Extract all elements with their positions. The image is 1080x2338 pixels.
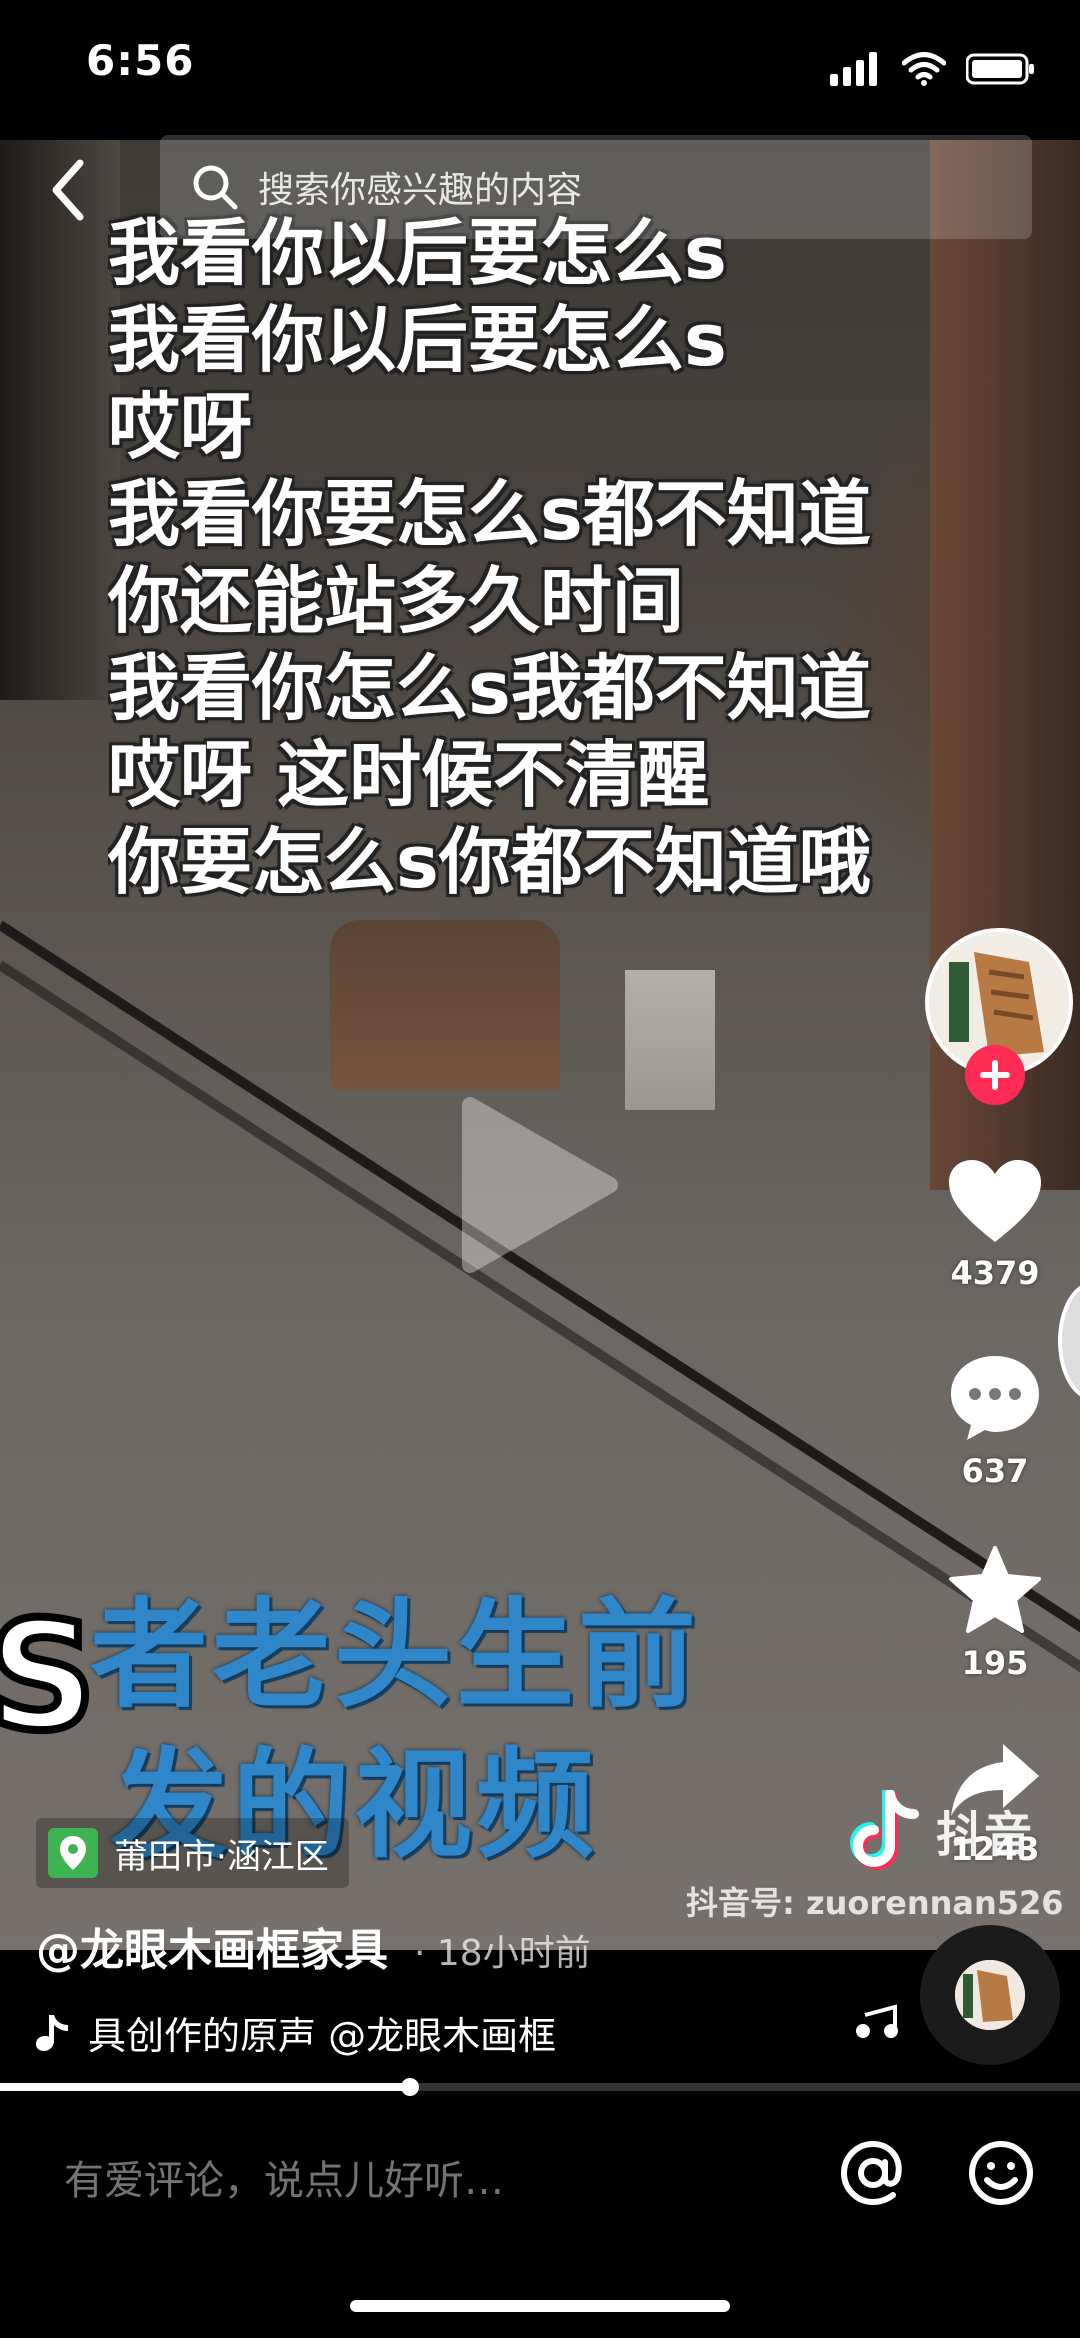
overlay-caption-line: 者老头生前 [90,1586,701,1724]
status-time: 6:56 [86,36,195,85]
lyric-line: 你要怎么s你都不知道哦 [108,820,871,904]
video-progress-thumb[interactable] [401,2078,420,2096]
video-progress-fill [0,2083,411,2091]
douyin-logo-icon [850,1790,919,1870]
lyric-line: 我看你要怎么s都不知道 [108,472,871,556]
lyric-line: 我看你怎么s我都不知道 [108,646,871,730]
home-indicator[interactable] [350,2300,730,2312]
music-disc[interactable] [920,1925,1060,2065]
battery-icon [966,53,1034,85]
search-icon [193,165,238,210]
floating-music-notes-icon [856,2004,898,2038]
douyin-brand-name: 抖音 [936,1807,1033,1863]
star-icon [949,1546,1041,1633]
author-name[interactable]: @龙眼木画框家具 [36,1914,388,1978]
lyric-line: 你还能站多久时间 [108,559,685,643]
signal-icon [830,52,877,86]
like-count: 4379 [950,1254,1040,1292]
music-title: 具创作的原声 @龙眼木画框 [88,2014,557,2058]
lyric-line: 哎呀 这时候不清醒 [108,733,710,817]
status-bar: 6:56 [0,0,1080,140]
status-icons [830,52,1036,86]
favorite-button[interactable]: 195 [935,1544,1055,1682]
video-overlay-s: S [0,1586,100,1768]
music-disc-cover [955,1960,1025,2030]
at-mention-icon[interactable] [838,2138,908,2208]
video-scene-stool [625,970,715,1110]
douyin-watermark: 抖音 [850,1790,1032,1870]
follow-button[interactable] [965,1045,1025,1105]
music-note-icon [36,2014,68,2051]
favorite-count: 195 [961,1644,1029,1682]
video-progress-bar[interactable] [0,2078,1080,2096]
plus-icon [980,1060,1010,1090]
comment-count: 637 [961,1452,1029,1490]
post-info: @龙眼木画框家具 · 18小时前 [36,1914,591,1978]
lyric-line: 我看你以后要怎么s [108,298,727,382]
comment-button[interactable]: 637 [935,1352,1055,1490]
wifi-icon [902,52,946,86]
location-pin-icon [48,1828,98,1878]
lyrics-overlay: 我看你以后要怎么s 我看你以后要怎么s 哎呀 我看你要怎么s都不知道 你还能站多… [108,210,1080,906]
heart-icon [949,1160,1041,1242]
comment-bar[interactable]: 有爱评论，说点儿好听… [0,2100,1080,2250]
play-icon[interactable] [460,1095,620,1275]
emoji-icon[interactable] [966,2138,1036,2208]
douyin-id: 抖音号: zuorennan526 [686,1884,1064,1922]
back-button[interactable] [44,155,94,225]
like-button[interactable]: 4379 [935,1158,1055,1292]
comment-input[interactable]: 有爱评论，说点儿好听… [64,2148,504,2206]
post-time: · 18小时前 [414,1933,591,1974]
lyric-line: 哎呀 [108,385,253,469]
location-tag[interactable]: 莆田市·涵江区 [36,1818,349,1888]
search-input[interactable]: 搜索你感兴趣的内容 [160,135,1032,239]
location-text: 莆田市·涵江区 [114,1836,329,1877]
search-placeholder: 搜索你感兴趣的内容 [258,170,583,211]
comment-icon [951,1356,1039,1440]
video-scene-chair [330,920,560,1090]
music-row[interactable]: 具创作的原声 @龙眼木画框 [36,2005,606,2060]
